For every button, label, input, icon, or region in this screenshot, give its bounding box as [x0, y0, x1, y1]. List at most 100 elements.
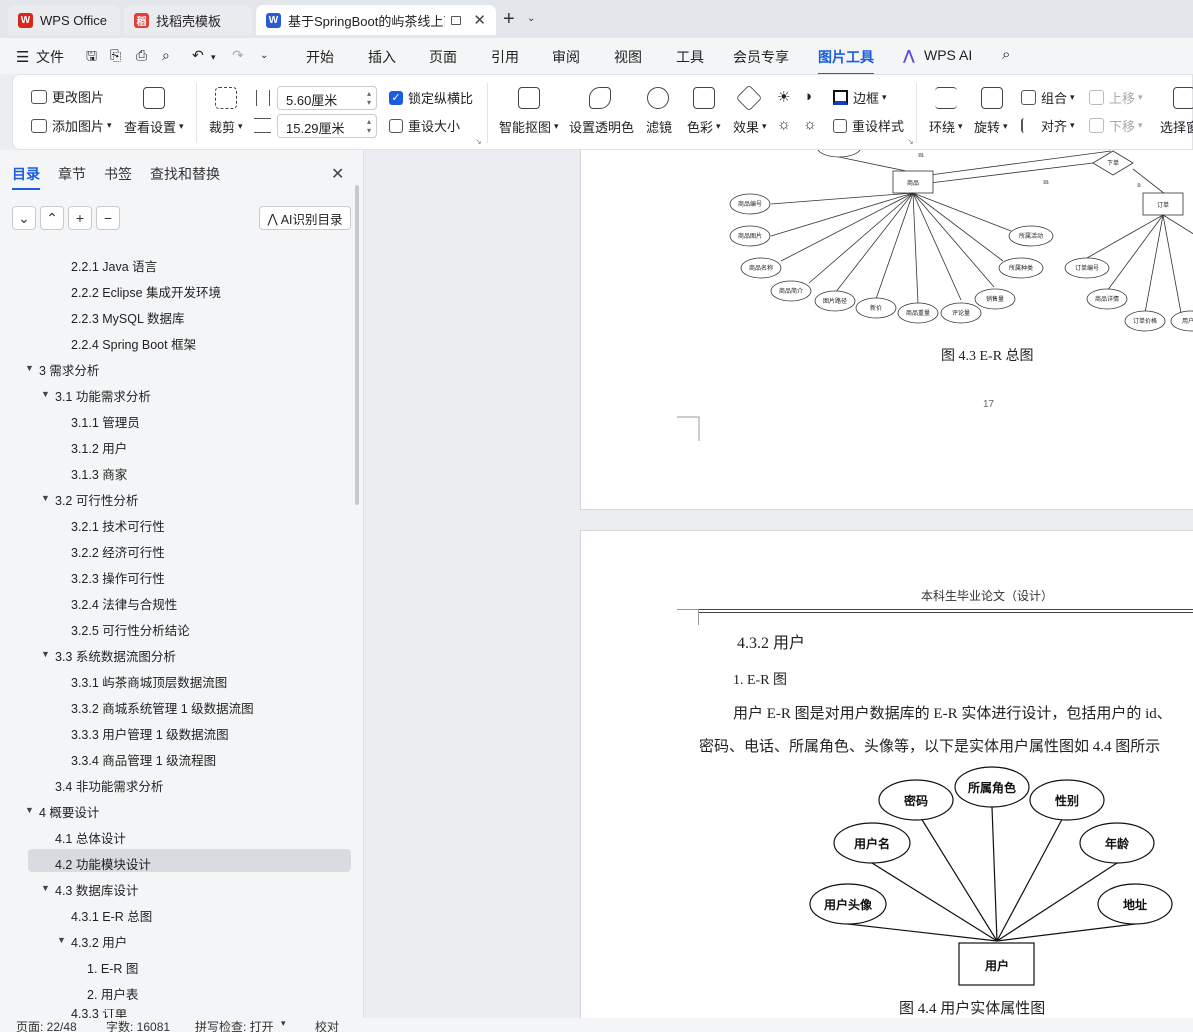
toc-item[interactable]: 2. 用户表 [87, 984, 138, 1003]
remove-heading-button[interactable]: − [96, 206, 120, 230]
reset-size-button[interactable]: 重设大小 [389, 116, 460, 135]
view-settings-button[interactable]: 查看设置 ▾ [124, 117, 184, 136]
tab-chapters[interactable]: 章节 [58, 164, 86, 184]
toc-item[interactable]: 3.1.3 商家 [71, 464, 127, 483]
expand-triangle-icon[interactable]: ▼ [25, 805, 34, 815]
toc-item[interactable]: 1. E-R 图 [87, 958, 138, 977]
toc-item[interactable]: 3.2.4 法律与合规性 [71, 594, 177, 613]
menu-review[interactable]: 审阅 [552, 47, 580, 67]
add-heading-button[interactable]: + [68, 206, 92, 230]
tab-bookmarks[interactable]: 书签 [104, 164, 132, 184]
change-image-button[interactable]: 更改图片 [31, 87, 104, 106]
menu-file[interactable]: 文件 [36, 47, 64, 67]
expand-up-button[interactable]: ⌃ [40, 206, 64, 230]
print-preview-icon[interactable]: ⌕ [162, 47, 170, 64]
close-icon[interactable]: ✕ [331, 164, 344, 184]
toc-item[interactable]: 3.3.3 用户管理 1 级数据流图 [71, 724, 229, 743]
menu-tools[interactable]: 工具 [676, 47, 704, 67]
toc-item[interactable]: 4.3.3 订单 [71, 1009, 127, 1018]
brightness-up-icon[interactable]: ☀ [777, 88, 790, 106]
toc-item[interactable]: 3.3 系统数据流图分析 [55, 646, 176, 665]
toc-item[interactable]: 4 概要设计 [39, 802, 99, 821]
toc-item[interactable]: 2.2.3 MySQL 数据库 [71, 308, 184, 327]
tab-document[interactable]: W 基于SpringBoot的屿茶线上商 ✕ [256, 5, 496, 35]
tab-template[interactable]: 稻 找稻壳模板 [124, 5, 252, 35]
ai-toc-button[interactable]: ⋀ AI识别目录 [259, 206, 351, 230]
expand-triangle-icon[interactable]: ▼ [41, 389, 50, 399]
redo-icon[interactable]: ↷ [232, 47, 244, 64]
expand-corner-icon[interactable]: ↘ [907, 137, 914, 146]
width-input[interactable]: 5.60厘米 ▴ ▾ [277, 86, 377, 110]
chevron-down-icon[interactable]: ⌄ [527, 13, 535, 24]
proofread-button[interactable]: 校对 [315, 1018, 339, 1032]
chevron-down-icon[interactable]: ▾ [281, 1018, 286, 1029]
spell-check-toggle[interactable]: 拼写检查: 打开 [195, 1018, 274, 1032]
menu-wps-ai[interactable]: WPS AI [924, 47, 972, 63]
expand-corner-icon[interactable]: ↘ [475, 137, 482, 146]
expand-triangle-icon[interactable]: ▼ [41, 493, 50, 503]
toc-item[interactable]: 3.2.1 技术可行性 [71, 516, 165, 535]
toc-item[interactable]: 3.2 可行性分析 [55, 490, 138, 509]
toc-item-selected[interactable]: 4.2 功能模块设计 [55, 854, 151, 873]
color-button[interactable]: 色彩 ▾ [687, 117, 721, 136]
menu-insert[interactable]: 插入 [368, 47, 396, 67]
share-icon[interactable]: ⎘ [110, 47, 121, 64]
smart-cutout-button[interactable]: 智能抠图 ▾ [499, 117, 559, 136]
search-icon[interactable]: ⌕ [1002, 46, 1010, 63]
print-icon[interactable]: ⎙ [136, 47, 147, 64]
expand-triangle-icon[interactable]: ▼ [41, 883, 50, 893]
hamburger-icon[interactable]: ☰ [16, 48, 29, 66]
toc-item[interactable]: 3.2.3 操作可行性 [71, 568, 165, 587]
menu-member[interactable]: 会员专享 [733, 47, 789, 67]
toc-item[interactable]: 3.3.4 商品管理 1 级流程图 [71, 750, 216, 769]
toc-item[interactable]: 2.2.4 Spring Boot 框架 [71, 334, 196, 353]
menu-view[interactable]: 视图 [614, 47, 642, 67]
brightness-down-icon[interactable]: ☼ [777, 116, 791, 133]
toc-item[interactable]: 3 需求分析 [39, 360, 99, 379]
expand-triangle-icon[interactable]: ▼ [41, 649, 50, 659]
toc-item[interactable]: 2.2.2 Eclipse 集成开发环境 [71, 282, 221, 301]
contrast-down-icon[interactable]: ☼ [803, 116, 817, 133]
move-down-button[interactable]: 下移 ▾ [1089, 116, 1143, 135]
undo-icon[interactable]: ↶ [192, 47, 204, 64]
expand-triangle-icon[interactable]: ▼ [25, 363, 34, 373]
monitor-icon[interactable] [450, 15, 462, 25]
tab-wps-office[interactable]: W WPS Office [8, 5, 120, 35]
contrast-icon[interactable]: ◑ [803, 88, 812, 105]
save-icon[interactable]: 🖫 [86, 47, 97, 69]
toc-item[interactable]: 3.4 非功能需求分析 [55, 776, 163, 795]
new-tab-icon[interactable]: + [503, 8, 515, 31]
word-count[interactable]: 字数: 16081 [106, 1018, 170, 1032]
rotate-button[interactable]: 旋转 ▾ [974, 117, 1008, 136]
group-button[interactable]: 组合 ▾ [1021, 88, 1075, 107]
menu-page[interactable]: 页面 [429, 47, 457, 67]
wrap-button[interactable]: 环绕 ▾ [929, 117, 963, 136]
reset-style-button[interactable]: 重设样式 [833, 116, 904, 135]
tab-find-replace[interactable]: 查找和替换 [150, 164, 220, 184]
collapse-all-button[interactable]: ⌄ [12, 206, 36, 230]
menu-start[interactable]: 开始 [306, 47, 334, 67]
page-indicator[interactable]: 页面: 22/48 [16, 1018, 77, 1032]
move-up-button[interactable]: 上移 ▾ [1089, 88, 1143, 107]
crop-button[interactable]: 裁剪 ▾ [209, 117, 243, 136]
toc-item[interactable]: 3.1.2 用户 [71, 438, 127, 457]
undo-dropdown-icon[interactable]: ▾ [211, 52, 216, 63]
toc-item[interactable]: 4.3.1 E-R 总图 [71, 906, 152, 925]
toc-item[interactable]: 3.1.1 管理员 [71, 412, 140, 431]
toc-item[interactable]: 3.2.5 可行性分析结论 [71, 620, 190, 639]
toc-item[interactable]: 3.3.2 商城系统管理 1 级数据流图 [71, 698, 254, 717]
tab-toc[interactable]: 目录 [12, 164, 40, 190]
set-transparent-button[interactable]: 设置透明色 [569, 117, 634, 136]
close-tab-icon[interactable]: ✕ [473, 11, 486, 29]
lock-ratio-checkbox[interactable]: ✓ 锁定纵横比 [389, 88, 473, 107]
toc-item[interactable]: 4.3 数据库设计 [55, 880, 138, 899]
sidebar-scrollbar[interactable] [355, 185, 359, 505]
toc-item[interactable]: 4.1 总体设计 [55, 828, 126, 847]
toc-item[interactable]: 3.1 功能需求分析 [55, 386, 151, 405]
menu-reference[interactable]: 引用 [491, 47, 519, 67]
border-button[interactable]: 边框 ▾ [833, 88, 887, 107]
toc-item[interactable]: 3.3.1 屿茶商城顶层数据流图 [71, 672, 227, 691]
toc-item[interactable]: 3.2.2 经济可行性 [71, 542, 165, 561]
height-input[interactable]: 15.29厘米 ▴ ▾ [277, 114, 377, 138]
effects-button[interactable]: 效果 ▾ [733, 117, 767, 136]
